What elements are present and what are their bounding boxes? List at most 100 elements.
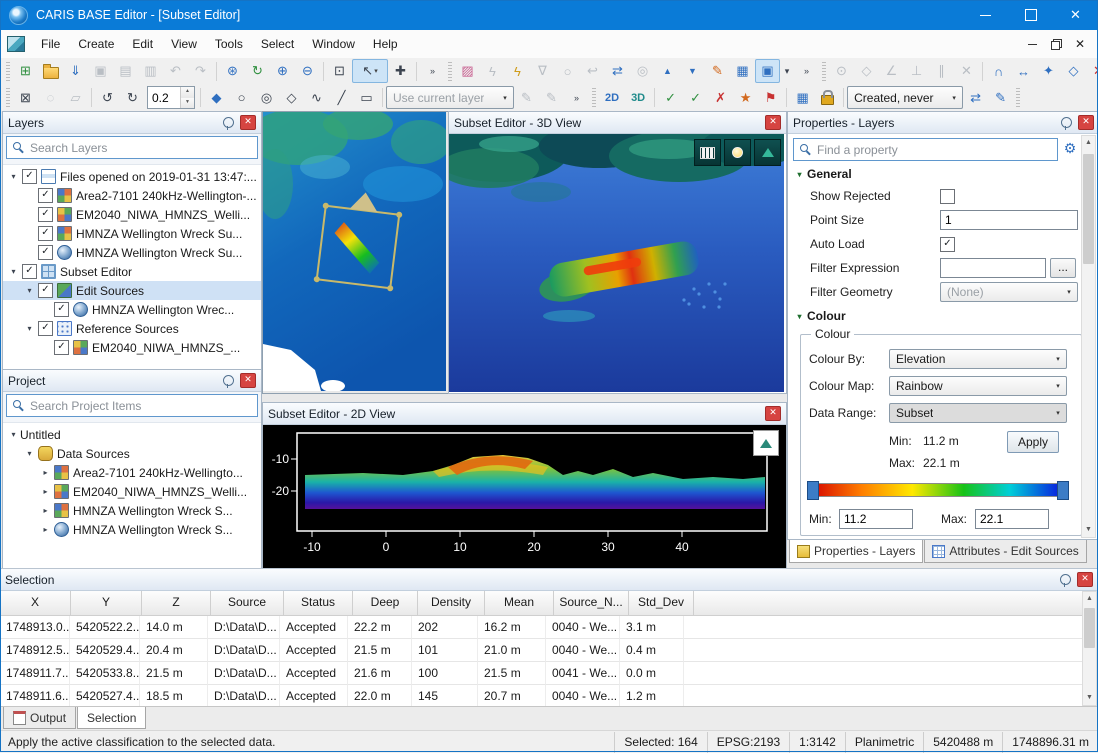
project-tree-item[interactable]: ▾ Untitled [3,425,261,444]
scroll-down-icon[interactable]: ▼ [1083,691,1096,705]
colour-section-header[interactable]: ▾ Colour [792,306,846,326]
layer-up-icon[interactable]: ▲ [655,59,680,83]
toolbar-grip[interactable] [6,62,10,81]
property-search-box[interactable] [793,138,1058,161]
distance-icon[interactable]: ↔ [1011,59,1036,83]
panel-close-button[interactable]: ✕ [765,115,781,130]
pin-icon[interactable] [223,375,234,386]
caret-down-icon[interactable]: ▾ [23,286,36,295]
layers-search-box[interactable] [6,136,258,159]
general-section-header[interactable]: ▾ General [792,164,852,184]
vertex-icon[interactable]: ◇ [1061,59,1086,83]
scale-input[interactable] [148,87,180,108]
zoom-out-icon[interactable]: ⊖ [295,59,320,83]
auto-load-checkbox[interactable]: ✓ [940,237,955,252]
layers-tree-item[interactable]: ✓ HMNZA Wellington Wreck Su... [3,224,261,243]
layers-tree-item[interactable]: ✓ Area2-7101 240kHz-Wellington-... [3,186,261,205]
edit-filter-icon[interactable]: ✎ [988,86,1013,110]
select-rect-icon[interactable]: ⊠ [13,86,38,110]
tab-properties-layers[interactable]: Properties - Layers [789,540,923,563]
mdi-close-button[interactable]: ✕ [1068,33,1092,55]
map-view[interactable] [262,111,449,394]
layers-tree-item[interactable]: ▾ ✓ Reference Sources [3,319,261,338]
grid-icon[interactable]: ▦ [730,59,755,83]
lasso-icon[interactable]: ◌ [38,86,63,110]
pan-hand-icon[interactable]: ✚ [388,59,413,83]
data-range-combo[interactable]: Subset ▾ [889,403,1067,423]
lightning-icon[interactable]: ϟ [480,59,505,83]
rotate-left-icon[interactable]: ↺ [95,86,120,110]
paint-droplet-icon[interactable]: ◆ [204,86,229,110]
panel-close-button[interactable]: ✕ [1077,572,1093,587]
column-header-density[interactable]: Density [418,591,485,615]
column-header-deep[interactable]: Deep [353,591,418,615]
properties-scrollbar[interactable]: ▲ ▼ [1081,135,1096,538]
colour-by-combo[interactable]: Elevation ▾ [889,349,1067,369]
layer-down-icon[interactable]: ▼ [680,59,705,83]
selection-scrollbar[interactable]: ▲ ▼ [1082,591,1097,706]
rect-tool-icon[interactable]: ▭ [354,86,379,110]
view2d-settings-button[interactable] [753,430,779,456]
new-surface-icon[interactable]: ⊞ [13,59,38,83]
lightning-run-icon[interactable]: ϟ [505,59,530,83]
panel-close-button[interactable]: ✕ [240,373,256,388]
filter-expression-input[interactable] [940,258,1046,278]
subset-mode-button[interactable]: ▣ [755,59,780,83]
subset-dropdown-icon[interactable]: ▾ [780,59,794,83]
menu-view[interactable]: View [162,31,206,58]
checkbox[interactable]: ✓ [38,226,53,241]
pointer-tool-button[interactable]: ↖▾ [352,59,388,83]
toolbar-grip[interactable] [6,88,10,107]
layers-tree-item[interactable]: ▾ ✓ Files opened on 2019-01-31 13:47:... [3,167,261,186]
sync-icon[interactable]: ⇄ [963,86,988,110]
lock-button[interactable] [815,86,840,110]
view2d-header[interactable]: Subset Editor - 2D View ✕ [263,403,786,425]
table-row[interactable]: 1748911.6... 5420527.4... 18.5 m D:\Data… [0,685,1098,708]
menu-help[interactable]: Help [364,31,407,58]
record-film-button[interactable] [694,139,721,166]
project-search-box[interactable] [6,394,258,417]
snap-point-icon[interactable]: ⊙ [829,59,854,83]
return-icon[interactable]: ↩ [580,59,605,83]
close-button[interactable]: ✕ [1053,0,1098,30]
layers-tree-item[interactable]: ✓ HMNZA Wellington Wreck Su... [3,243,261,262]
checkbox[interactable]: ✓ [54,340,69,355]
intersection-icon[interactable]: ✕ [954,59,979,83]
toolbar-overflow-button[interactable]: » [794,59,819,83]
open-button[interactable] [38,59,63,83]
redo-icon[interactable]: ↷ [188,59,213,83]
save-icon[interactable]: ▥ [138,59,163,83]
title-bar[interactable]: CARIS BASE Editor - [Subset Editor] ✕ [0,0,1098,30]
view2d-canvas[interactable]: -10 -20 -10 0 10 20 30 40 [263,425,786,569]
layer-combo[interactable]: Use current layer ▾ [386,86,514,109]
globe-icon[interactable]: ⊛ [220,59,245,83]
perpendicular-icon[interactable]: ⊥ [904,59,929,83]
tab-attributes-edit-sources[interactable]: Attributes - Edit Sources [924,540,1086,563]
selection-header[interactable]: Selection ✕ [0,569,1098,591]
project-tree-item[interactable]: ▸ EM2040_NIWA_HMNZS_Welli... [3,482,261,501]
caret-right-icon[interactable]: ▸ [39,468,52,477]
scale-spinner[interactable]: ▲▼ [147,86,195,109]
scroll-thumb[interactable] [1084,608,1095,648]
erase-icon[interactable]: ▱ [63,86,88,110]
swap-icon[interactable]: ⇄ [605,59,630,83]
snap-vertex-icon[interactable]: ◇ [854,59,879,83]
toolbar-grip[interactable] [448,62,452,81]
azimuth-icon[interactable]: ✦ [1036,59,1061,83]
colour-range-slider[interactable] [809,483,1067,497]
mdi-minimize-button[interactable] [1020,33,1044,55]
project-tree-item[interactable]: ▸ HMNZA Wellington Wreck S... [3,520,261,539]
exaggeration-button[interactable] [754,139,781,166]
column-header-source-n[interactable]: Source_N... [554,591,629,615]
point-size-input[interactable] [940,210,1078,230]
delete-vertex-icon[interactable]: ✕ [1086,59,1098,83]
view3d-canvas[interactable] [449,134,786,393]
column-header-mean[interactable]: Mean [485,591,554,615]
project-panel-header[interactable]: Project ✕ [3,370,261,392]
zoom-in-icon[interactable]: ⊕ [270,59,295,83]
caret-right-icon[interactable]: ▸ [39,525,52,534]
toolbar-overflow-button[interactable]: » [564,86,589,110]
project-tree-item[interactable]: ▸ HMNZA Wellington Wreck S... [3,501,261,520]
gear-icon[interactable]: ⚙ [1061,139,1079,157]
checkbox[interactable]: ✓ [38,283,53,298]
